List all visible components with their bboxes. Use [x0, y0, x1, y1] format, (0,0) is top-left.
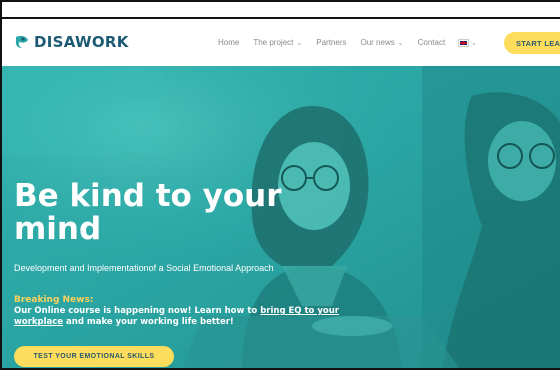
breaking-text-part: and make your working life better! — [63, 317, 234, 327]
nav-item-contact[interactable]: Contact — [418, 38, 446, 47]
nav-item-the-project[interactable]: The project ⌄ — [253, 38, 302, 47]
start-learning-button[interactable]: START LEAR — [504, 32, 560, 54]
breaking-news-label: Breaking News: — [14, 295, 94, 305]
chevron-down-icon: ⌄ — [296, 39, 303, 47]
breaking-news-text: Our Online course is happening now! Lear… — [14, 306, 354, 328]
nav-item-label: The project — [253, 38, 294, 47]
uk-flag-icon — [458, 38, 470, 47]
nav-item-label: Home — [218, 38, 240, 47]
site-logo[interactable]: DISAWORK — [14, 33, 129, 51]
hero-section: Be kind to your mind Development and Imp… — [2, 66, 560, 368]
logo-mark-icon — [15, 36, 28, 48]
nav-item-label: Contact — [417, 38, 446, 47]
nav-item-label: Our news — [360, 38, 395, 47]
browser-viewport: DISAWORK Home The project ⌄ Partners Our … — [0, 0, 560, 370]
main-nav: Home The project ⌄ Partners Our news ⌄ Con… — [218, 38, 491, 47]
site-header: DISAWORK Home The project ⌄ Partners Our … — [2, 19, 560, 66]
chevron-down-icon: ⌄ — [397, 39, 404, 47]
brand-name: DISAWORK — [34, 33, 129, 51]
top-strip — [2, 2, 560, 19]
chevron-down-icon: ⌄ — [471, 39, 478, 47]
nav-item-partners[interactable]: Partners — [316, 38, 346, 47]
hero-subtitle: Development and Implementationof a Socia… — [14, 263, 274, 273]
language-switcher[interactable]: ⌄ — [458, 38, 478, 47]
test-emotional-skills-button[interactable]: TEST YOUR EMOTIONAL SKILLS — [14, 346, 174, 367]
breaking-text-part: Our Online course is happening now! Lear… — [14, 306, 261, 316]
hero-title: Be kind to your mind — [14, 178, 282, 247]
nav-item-our-news[interactable]: Our news ⌄ — [360, 38, 403, 47]
nav-item-label: Partners — [316, 38, 347, 47]
nav-item-home[interactable]: Home — [218, 38, 239, 47]
